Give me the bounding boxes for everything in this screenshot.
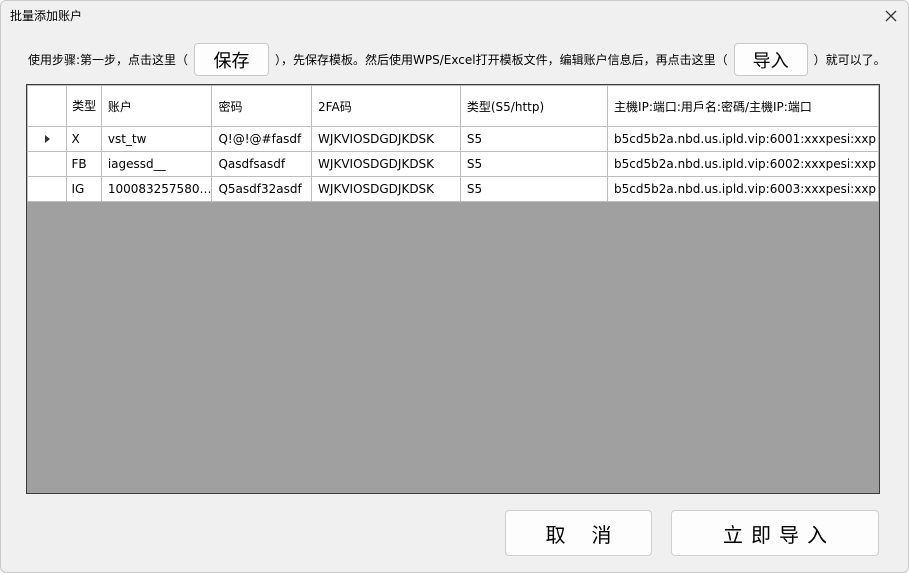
- cell-2fa[interactable]: WJKVIOSDGDJKDSK: [311, 151, 461, 177]
- cell-password[interactable]: Qasdfsasdf: [211, 151, 313, 177]
- cell-type[interactable]: IG: [66, 176, 102, 202]
- cell-proxy-type[interactable]: S5: [459, 176, 609, 202]
- cell-proxy-type[interactable]: S5: [459, 126, 609, 152]
- table-row[interactable]: FB iagessd__ Qasdfsasdf WJKVIOSDGDJKDSK …: [27, 151, 879, 177]
- column-header-type[interactable]: 类型: [66, 85, 102, 127]
- column-header-host[interactable]: 主機IP:端口:用戶名:密碼/主機IP:端口: [607, 85, 879, 127]
- cell-account[interactable]: vst_tw: [100, 126, 213, 152]
- cell-password[interactable]: Q5asdf32asdf: [211, 176, 313, 202]
- column-header-proxy-type[interactable]: 类型(S5/http): [459, 85, 609, 127]
- cell-account[interactable]: iagessd__: [100, 151, 213, 177]
- close-button[interactable]: [880, 5, 902, 27]
- accounts-table: 类型 账户 密码 2FA码 类型(S5/http) 主機IP:端口:用戶名:密碼…: [27, 85, 879, 202]
- cancel-button[interactable]: 取消: [505, 510, 652, 556]
- dialog-window: 批量添加账户 使用步骤:第一步，点击这里（ 保存 ），先保存模板。然后使用WPS…: [0, 0, 909, 573]
- row-selector[interactable]: [27, 151, 68, 177]
- cell-password[interactable]: Q!@!@#fasdf: [211, 126, 313, 152]
- instructions-prefix: 使用步骤:第一步，点击这里（: [28, 53, 189, 67]
- import-button[interactable]: 导入: [733, 43, 808, 76]
- table-row[interactable]: IG 100083257580… Q5asdf32asdf WJKVIOSDGD…: [27, 176, 879, 202]
- cell-2fa[interactable]: WJKVIOSDGDJKDSK: [311, 176, 461, 202]
- accounts-grid[interactable]: 类型 账户 密码 2FA码 类型(S5/http) 主機IP:端口:用戶名:密碼…: [26, 84, 880, 494]
- cell-host[interactable]: b5cd5b2a.nbd.us.ipld.vip:6002:xxxpesi:xx…: [607, 151, 879, 177]
- import-now-button[interactable]: 立即导入: [671, 510, 879, 556]
- column-header-rowselector: [27, 85, 68, 127]
- cell-account[interactable]: 100083257580…: [100, 176, 213, 202]
- cell-proxy-type[interactable]: S5: [459, 151, 609, 177]
- cell-host[interactable]: b5cd5b2a.nbd.us.ipld.vip:6003:xxxpesi:xx…: [607, 176, 879, 202]
- cell-type[interactable]: FB: [66, 151, 102, 177]
- window-title: 批量添加账户: [10, 9, 83, 23]
- cell-2fa[interactable]: WJKVIOSDGDJKDSK: [311, 126, 461, 152]
- cell-type[interactable]: X: [66, 126, 102, 152]
- instructions-suffix: ）就可以了。: [813, 53, 886, 67]
- instructions: 使用步骤:第一步，点击这里（ 保存 ），先保存模板。然后使用WPS/Excel打…: [28, 43, 886, 76]
- cell-host[interactable]: b5cd5b2a.nbd.us.ipld.vip:6001:xxxpesi:xx…: [607, 126, 879, 152]
- row-selector[interactable]: [27, 176, 68, 202]
- instructions-middle: ），先保存模板。然后使用WPS/Excel打开模板文件，编辑账户信息后，再点击这…: [275, 53, 728, 67]
- table-header-row: 类型 账户 密码 2FA码 类型(S5/http) 主機IP:端口:用戶名:密碼…: [27, 85, 879, 127]
- save-template-button[interactable]: 保存: [194, 43, 270, 76]
- column-header-account[interactable]: 账户: [100, 85, 213, 127]
- row-selector[interactable]: [27, 126, 68, 152]
- close-icon: [885, 10, 897, 22]
- row-pointer-icon: [44, 135, 50, 143]
- column-header-2fa[interactable]: 2FA码: [311, 85, 461, 127]
- table-row[interactable]: X vst_tw Q!@!@#fasdf WJKVIOSDGDJKDSK S5 …: [27, 126, 879, 152]
- titlebar: 批量添加账户: [1, 1, 908, 31]
- column-header-password[interactable]: 密码: [211, 85, 313, 127]
